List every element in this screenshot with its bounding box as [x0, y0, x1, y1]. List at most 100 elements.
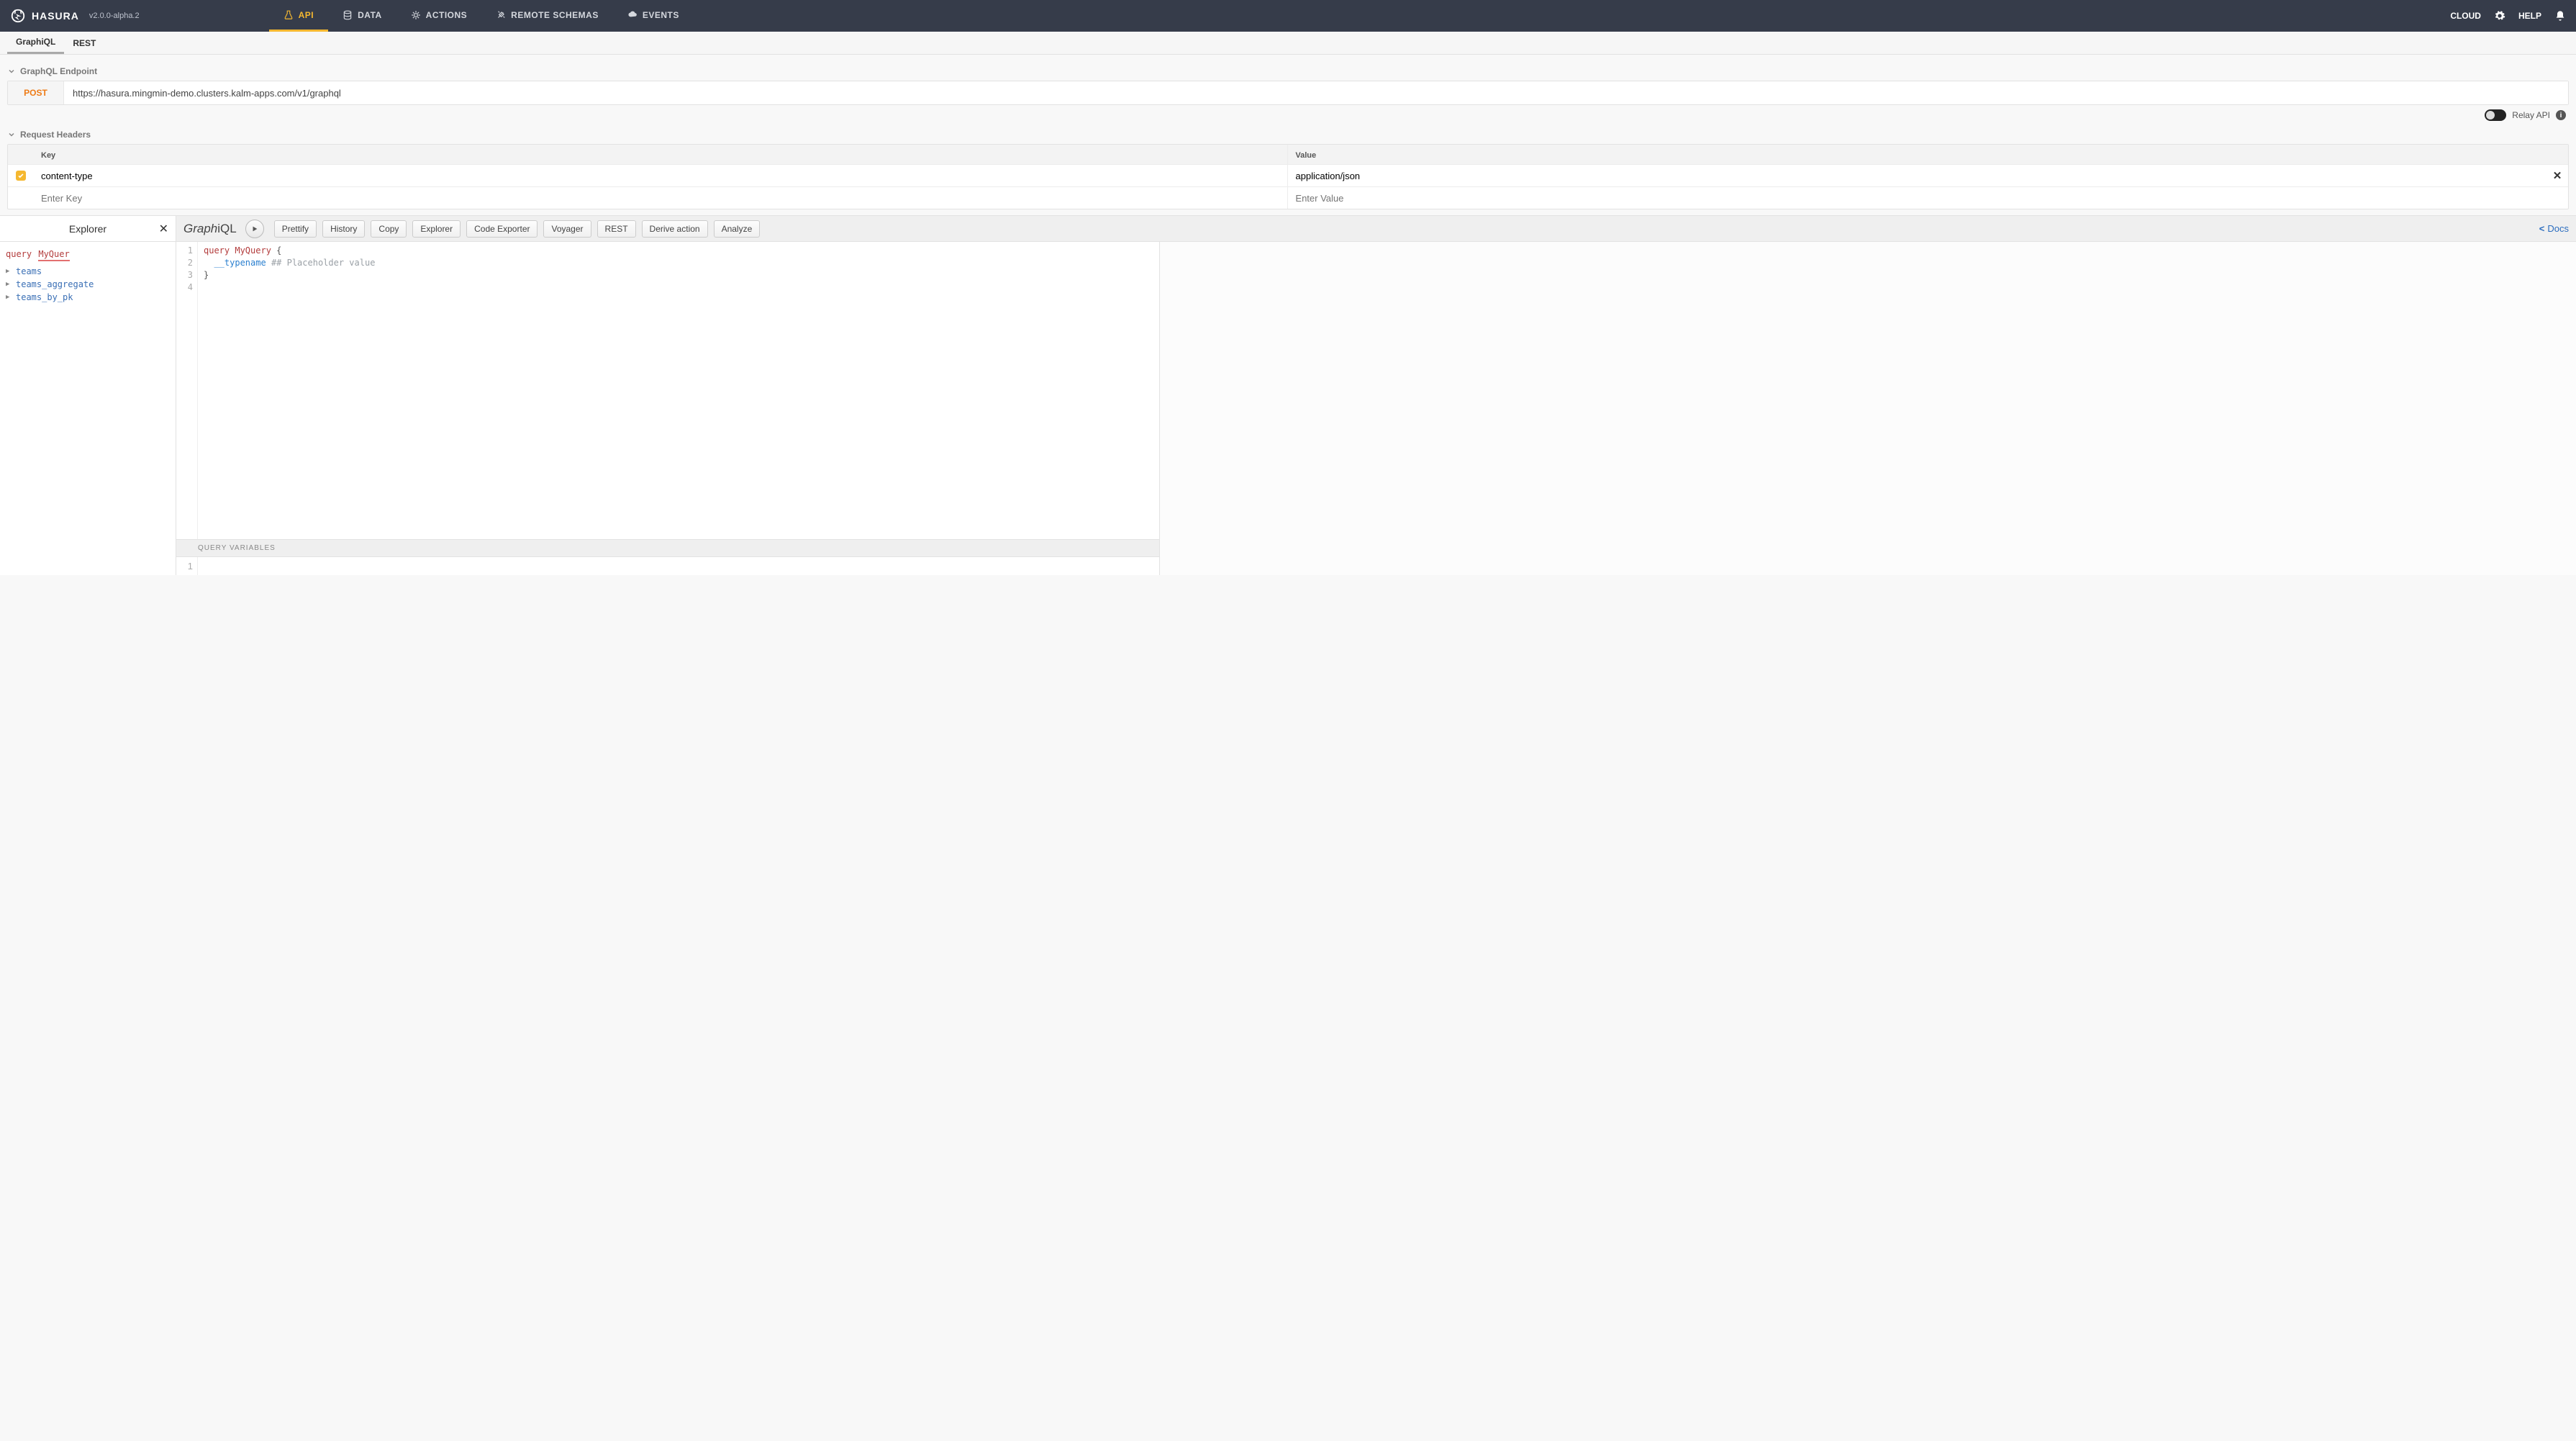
explorer-item-teams-by-pk[interactable]: ▶teams_by_pk	[6, 291, 170, 304]
main-nav: API DATA ACTIONS REMOTE SCHEMAS EVENTS	[269, 0, 694, 32]
headers-row-new	[8, 187, 2568, 209]
sub-tabs: GraphiQL REST	[0, 32, 2576, 55]
result-panel	[1160, 242, 2576, 575]
analyze-button[interactable]: Analyze	[714, 220, 761, 238]
code-exporter-button[interactable]: Code Exporter	[466, 220, 538, 238]
endpoint-section-header[interactable]: GraphQL Endpoint	[7, 62, 2569, 81]
nav-remote-label: REMOTE SCHEMAS	[511, 10, 599, 20]
execute-button[interactable]	[245, 220, 264, 238]
explorer-item-teams[interactable]: ▶teams	[6, 265, 170, 278]
header-key-input-new[interactable]	[41, 193, 1280, 204]
nav-api[interactable]: API	[269, 0, 329, 32]
line-gutter: 1234	[176, 242, 198, 539]
brand-version: v2.0.0-alpha.2	[89, 12, 140, 20]
chevron-down-icon	[7, 130, 16, 139]
triangle-right-icon: ▶	[6, 268, 13, 275]
headers-table: Key Value ✕	[7, 144, 2569, 209]
toggle-knob	[2486, 111, 2495, 119]
docs-button[interactable]: <Docs	[2539, 223, 2569, 234]
explorer-query-heading[interactable]: query MyQuer	[6, 249, 170, 259]
graphiql-split: 1234 query MyQuery { __typename ## Place…	[176, 242, 2576, 575]
nav-actions-label: ACTIONS	[426, 10, 468, 20]
query-keyword: query	[6, 249, 32, 259]
headers-col-key: Key	[34, 145, 1288, 166]
cloud-icon	[627, 10, 638, 20]
headers-col-value: Value	[1288, 145, 2546, 166]
hasura-logo-icon	[10, 8, 26, 24]
explorer-header: Explorer ✕	[0, 216, 176, 242]
explorer-panel: Explorer ✕ query MyQuer ▶teams ▶teams_ag…	[0, 216, 176, 575]
play-icon	[251, 225, 258, 232]
headers-section-label: Request Headers	[20, 130, 91, 140]
relay-toggle[interactable]	[2485, 109, 2506, 121]
chevron-down-icon	[7, 67, 16, 76]
chevron-left-icon: <	[2539, 223, 2545, 234]
plug-icon	[496, 10, 506, 20]
relay-label: Relay API	[2512, 110, 2550, 120]
relay-row: Relay API i	[7, 105, 2569, 125]
explorer-close-button[interactable]: ✕	[159, 222, 168, 236]
explorer-item-teams-aggregate[interactable]: ▶teams_aggregate	[6, 278, 170, 291]
query-variables-panel: Query Variables 1	[176, 539, 1159, 575]
header-value-input-new[interactable]	[1295, 193, 2539, 204]
http-method: POST	[8, 81, 64, 104]
database-icon	[343, 10, 353, 20]
derive-action-button[interactable]: Derive action	[642, 220, 708, 238]
bell-icon[interactable]	[2554, 10, 2566, 22]
triangle-right-icon: ▶	[6, 294, 13, 301]
flask-icon	[284, 10, 294, 20]
query-name: MyQuer	[38, 249, 69, 261]
query-code: query MyQuery { __typename ## Placeholde…	[198, 242, 1159, 539]
headers-table-head: Key Value	[8, 145, 2568, 165]
explorer-title: Explorer	[69, 223, 106, 235]
endpoint-row: POST	[7, 81, 2569, 105]
query-editor[interactable]: 1234 query MyQuery { __typename ## Place…	[176, 242, 1159, 539]
nav-data-label: DATA	[358, 10, 382, 20]
query-editor-column: 1234 query MyQuery { __typename ## Place…	[176, 242, 1160, 575]
rest-button[interactable]: REST	[597, 220, 636, 238]
graphiql-toolbar: GraphiQL Prettify History Copy Explorer …	[176, 216, 2576, 242]
history-button[interactable]: History	[322, 220, 365, 238]
nav-events-label: EVENTS	[643, 10, 679, 20]
brand-logo[interactable]: HASURA v2.0.0-alpha.2	[10, 8, 140, 24]
header-enabled-checkbox[interactable]	[8, 165, 34, 186]
headers-row: ✕	[8, 165, 2568, 187]
graphiql-main: GraphiQL Prettify History Copy Explorer …	[176, 216, 2576, 575]
voyager-button[interactable]: Voyager	[543, 220, 591, 238]
cloud-link[interactable]: CLOUD	[2450, 11, 2481, 21]
triangle-right-icon: ▶	[6, 281, 13, 288]
graphiql-container: Explorer ✕ query MyQuer ▶teams ▶teams_ag…	[0, 215, 2576, 575]
graphiql-title: GraphiQL	[183, 222, 237, 236]
checkbox-checked-icon	[16, 171, 26, 181]
query-variables-header[interactable]: Query Variables	[176, 540, 1159, 557]
actions-icon	[411, 10, 421, 20]
nav-events[interactable]: EVENTS	[613, 0, 694, 32]
headers-col-action	[2546, 145, 2568, 166]
endpoint-url-input[interactable]	[64, 81, 2568, 104]
tab-rest[interactable]: REST	[64, 32, 104, 54]
header-enabled-checkbox-new[interactable]	[8, 187, 34, 209]
nav-api-label: API	[299, 10, 314, 20]
help-link[interactable]: HELP	[2518, 11, 2541, 21]
qvars-gutter: 1	[176, 557, 198, 575]
explorer-body: query MyQuer ▶teams ▶teams_aggregate ▶te…	[0, 242, 176, 575]
headers-col-enabled	[8, 145, 34, 166]
gear-icon[interactable]	[2494, 10, 2505, 22]
nav-right: CLOUD HELP	[2450, 10, 2566, 22]
header-key-input[interactable]	[41, 171, 1280, 181]
copy-button[interactable]: Copy	[371, 220, 407, 238]
tab-graphiql[interactable]: GraphiQL	[7, 32, 64, 54]
header-value-input[interactable]	[1295, 171, 2539, 181]
nav-actions[interactable]: ACTIONS	[396, 0, 482, 32]
headers-section-header[interactable]: Request Headers	[7, 125, 2569, 144]
prettify-button[interactable]: Prettify	[274, 220, 317, 238]
remove-header-button[interactable]: ✕	[2553, 169, 2562, 182]
brand-name: HASURA	[32, 10, 79, 22]
endpoint-section-label: GraphQL Endpoint	[20, 66, 97, 76]
info-icon[interactable]: i	[2556, 110, 2566, 120]
nav-data[interactable]: DATA	[328, 0, 396, 32]
query-variables-editor[interactable]: 1	[176, 557, 1159, 575]
explorer-button[interactable]: Explorer	[412, 220, 461, 238]
nav-remote-schemas[interactable]: REMOTE SCHEMAS	[481, 0, 613, 32]
top-nav: HASURA v2.0.0-alpha.2 API DATA ACTIONS R…	[0, 0, 2576, 32]
